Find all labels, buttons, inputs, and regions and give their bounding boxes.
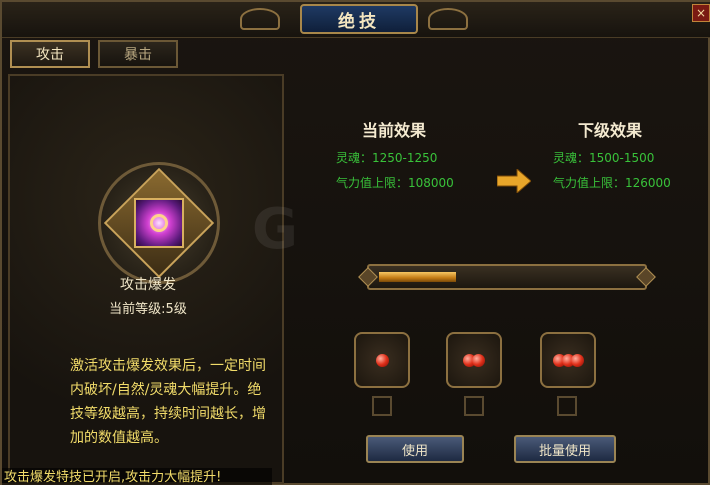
watermark-logo: G: [252, 197, 300, 262]
system-message-ticker: 攻击爆发特技已开启,攻击力大幅提升!: [2, 468, 272, 485]
current-soul-stat: 灵魂：1250-1250: [336, 151, 438, 165]
window-title: 绝技: [300, 4, 418, 34]
close-button[interactable]: ×: [692, 4, 710, 22]
next-effect-title: 下级效果: [578, 121, 643, 140]
use-button[interactable]: 使用: [366, 435, 464, 463]
red-orb-icon: [472, 353, 485, 367]
tab-attack[interactable]: 攻击: [10, 40, 90, 68]
item-3-checkbox[interactable]: [557, 396, 577, 416]
item-1-checkbox[interactable]: [372, 396, 392, 416]
title-ornament-right: [428, 8, 468, 30]
skill-window: 绝技 × 攻击 暴击 攻击爆发 当前等级:5级 激活攻击爆发效果后，一定时间内破…: [0, 0, 710, 485]
skill-info-panel: 攻击爆发 当前等级:5级 激活攻击爆发效果后，一定时间内破坏/自然/灵魂大幅提升…: [8, 74, 284, 484]
progress-fill: [379, 272, 456, 282]
skill-description: 激活攻击爆发效果后，一定时间内破坏/自然/灵魂大幅提升。绝技等级越高，持续时间越…: [70, 358, 266, 446]
progress-cap-right: [636, 267, 656, 287]
skill-name: 攻击爆发: [120, 277, 176, 293]
batch-use-button[interactable]: 批量使用: [514, 435, 616, 463]
upgrade-progress-bar: [358, 264, 656, 290]
red-orb-icon: [570, 353, 584, 367]
next-qi-limit-stat: 气力值上限：126000: [553, 176, 671, 190]
title-ornament-left: [240, 8, 280, 30]
orb-bowl-1[interactable]: [354, 332, 410, 388]
orb-bowl-3[interactable]: [540, 332, 596, 388]
progress-cap-left: [358, 267, 378, 287]
attack-burst-icon[interactable]: [134, 198, 184, 248]
red-orb-icon: [375, 353, 389, 367]
watermark-text: G: [252, 197, 300, 262]
title-bar: 绝技 ×: [2, 2, 710, 38]
skill-level: 当前等级:5级: [109, 302, 187, 317]
current-effect-title: 当前效果: [362, 121, 427, 140]
tab-crit[interactable]: 暴击: [98, 40, 178, 68]
next-soul-stat: 灵魂：1500-1500: [553, 151, 655, 165]
orb-bowl-2[interactable]: [446, 332, 502, 388]
current-qi-limit-stat: 气力值上限：108000: [336, 176, 454, 190]
arrow-right-icon: [497, 169, 531, 193]
item-2-checkbox[interactable]: [464, 396, 484, 416]
